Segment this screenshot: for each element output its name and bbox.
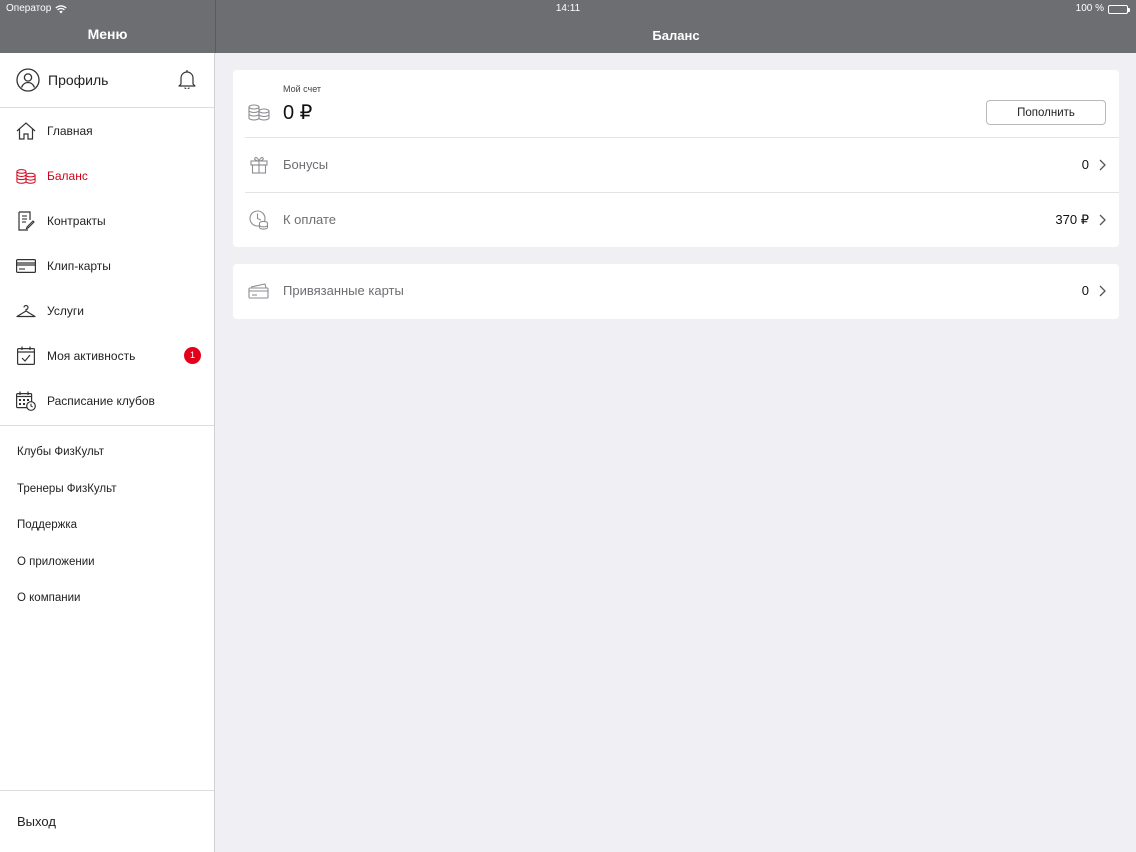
sidebar-nav: Главная Баланс Контракты Клип-карты Услу…	[0, 108, 214, 423]
sidebar-item-label: Расписание клубов	[47, 393, 155, 408]
status-battery: 100 %	[1075, 3, 1130, 15]
linked-cards-value: 0	[1081, 283, 1089, 298]
top-bar: Оператор 14:11 100 % Меню Баланс	[0, 0, 1136, 53]
sidebar-item-label: Главная	[47, 123, 93, 138]
linked-cards-row[interactable]: Привязанные карты 0	[233, 264, 1119, 318]
schedule-icon	[16, 391, 36, 411]
chevron-right-icon	[1099, 159, 1106, 171]
contract-icon	[16, 210, 36, 231]
topup-button[interactable]: Пополнить	[986, 100, 1106, 125]
header-divider	[215, 0, 216, 53]
sidebar-item-label: Клип-карты	[47, 258, 111, 273]
link-about-company[interactable]: О компании	[0, 580, 214, 617]
link-clubs[interactable]: Клубы ФизКульт	[0, 434, 214, 471]
to-pay-label: К оплате	[283, 212, 337, 227]
gift-icon	[248, 155, 270, 175]
bonuses-label: Бонусы	[283, 157, 329, 172]
balance-card: Мой счет 0 ₽ Пополнить Бонусы 0 К оплате…	[233, 70, 1119, 247]
battery-label: 100 %	[1075, 3, 1104, 14]
clock-coin-icon	[248, 210, 270, 230]
link-about-app[interactable]: О приложении	[0, 544, 214, 581]
linked-cards-icon	[248, 281, 270, 301]
linked-cards-card: Привязанные карты 0	[233, 264, 1119, 319]
sidebar-item-home[interactable]: Главная	[0, 108, 214, 153]
sidebar-item-label: Баланс	[47, 168, 88, 183]
bonuses-value: 0	[1081, 157, 1089, 172]
battery-icon	[1108, 4, 1130, 14]
chevron-right-icon	[1099, 285, 1106, 297]
bell-icon[interactable]	[178, 69, 196, 89]
account-balance: 0 ₽	[283, 102, 313, 124]
to-pay-row[interactable]: К оплате 370 ₽	[233, 193, 1119, 247]
sidebar-item-contracts[interactable]: Контракты	[0, 198, 214, 243]
calendar-check-icon	[16, 346, 36, 366]
profile-label: Профиль	[48, 72, 109, 88]
card-icon	[16, 256, 36, 276]
to-pay-value: 370 ₽	[1055, 212, 1089, 227]
profile-row[interactable]: Профиль	[0, 53, 214, 108]
sidebar-item-label: Моя активность	[47, 348, 136, 363]
bonuses-row[interactable]: Бонусы 0	[233, 138, 1119, 192]
account-row: Мой счет 0 ₽ Пополнить	[233, 70, 1119, 137]
sidebar-item-label: Услуги	[47, 303, 84, 318]
notification-badge: 1	[184, 347, 201, 364]
sidebar-item-activity[interactable]: Моя активность 1	[0, 333, 214, 378]
logout-button[interactable]: Выход	[0, 790, 214, 852]
sidebar-links: Клубы ФизКульт Тренеры ФизКульт Поддержк…	[0, 426, 214, 617]
account-label: Мой счет	[283, 84, 322, 94]
sidebar-title: Меню	[87, 26, 128, 42]
sidebar: Профиль Главная Баланс Контракты Клип-ка…	[0, 53, 215, 852]
home-icon	[16, 121, 36, 141]
linked-cards-label: Привязанные карты	[283, 283, 404, 298]
profile-icon	[16, 68, 40, 92]
status-time: 14:11	[555, 3, 581, 14]
link-support[interactable]: Поддержка	[0, 507, 214, 544]
link-trainers[interactable]: Тренеры ФизКульт	[0, 471, 214, 508]
page-title: Баланс	[652, 28, 700, 43]
sidebar-item-label: Контракты	[47, 213, 106, 228]
sidebar-item-schedule[interactable]: Расписание клубов	[0, 378, 214, 423]
sidebar-item-clip-cards[interactable]: Клип-карты	[0, 243, 214, 288]
sidebar-item-services[interactable]: Услуги	[0, 288, 214, 333]
coins-icon	[248, 104, 270, 121]
chevron-right-icon	[1099, 214, 1106, 226]
hanger-icon	[16, 301, 36, 321]
coins-icon	[16, 166, 36, 186]
sidebar-item-balance[interactable]: Баланс	[0, 153, 214, 198]
logout-label: Выход	[17, 814, 56, 829]
